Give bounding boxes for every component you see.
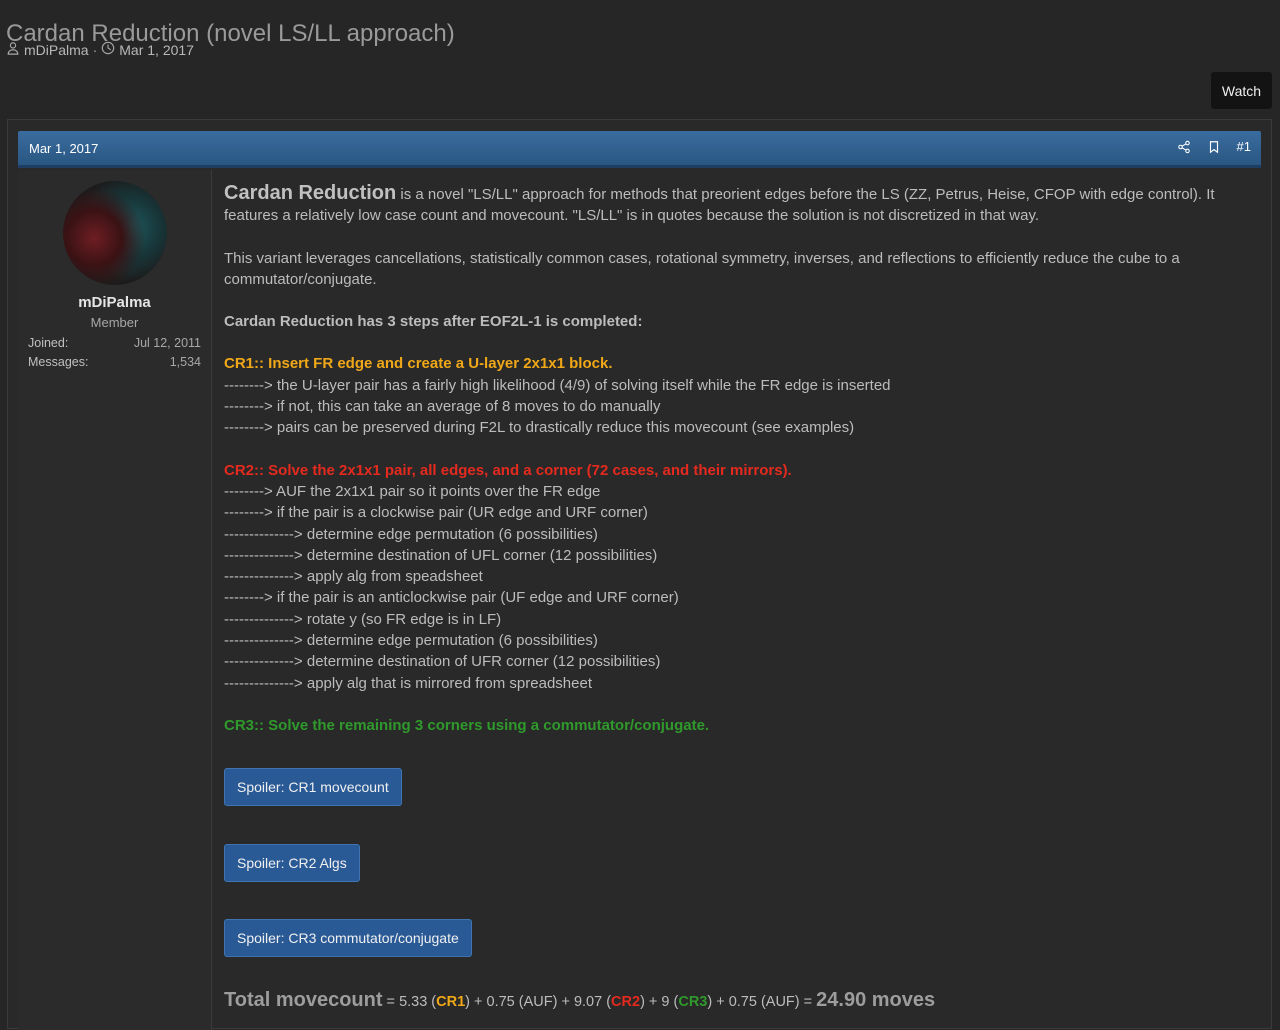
meta-separator: · (92, 41, 98, 58)
total-part: ) + 0.75 (AUF) + 9.07 ( (465, 994, 612, 1010)
joined-value: Jul 12, 2011 (133, 336, 201, 350)
total-part: ) + 9 ( (640, 994, 679, 1010)
username-link[interactable]: mDiPalma (18, 294, 211, 311)
messages-value[interactable]: 1,534 (170, 355, 201, 369)
steps-heading: Cardan Reduction has 3 steps after EOF2L… (224, 313, 643, 331)
post-header-actions: #1 (1177, 139, 1251, 154)
total-part: ) + 0.75 (AUF) = (707, 994, 817, 1010)
cr2-heading: CR2:: Solve the 2x1x1 pair, all edges, a… (224, 461, 792, 479)
cr1-line: --------> the U-layer pair has a fairly … (224, 376, 891, 394)
post-header: Mar 1, 2017 #1 (18, 131, 1261, 168)
cr1-line: --------> if not, this can take an avera… (224, 398, 661, 416)
total-cr1: CR1 (436, 994, 466, 1010)
total-part: 5.33 ( (399, 994, 437, 1010)
total-movecount-line: Total movecount = 5.33 (CR1) + 0.75 (AUF… (224, 989, 935, 1012)
cr2-line: --------> AUF the 2x1x1 pair so it point… (224, 482, 601, 500)
bookmark-icon[interactable] (1207, 140, 1221, 154)
thread-date-link[interactable]: Mar 1, 2017 (119, 42, 194, 58)
cr2-line: --------------> rotate y (so FR edge is … (224, 610, 502, 628)
cr3-heading: CR3:: Solve the remaining 3 corners usin… (224, 716, 710, 734)
messages-label: Messages: (28, 355, 89, 369)
clock-icon (101, 41, 115, 58)
post-user-panel: mDiPalma Member Joined: Jul 12, 2011 Mes… (18, 170, 212, 1030)
watch-button[interactable]: Watch (1211, 72, 1272, 109)
user-title: Member (90, 315, 139, 330)
intro-paragraph: Cardan Reduction is a novel "LS/LL" appr… (224, 182, 1254, 227)
thread-meta: mDiPalma · Mar 1, 2017 (6, 41, 194, 58)
total-eq: = (382, 994, 400, 1010)
intro-paragraph-2: This variant leverages cancellations, st… (224, 249, 1180, 288)
post-number-link[interactable]: #1 (1237, 139, 1251, 154)
share-icon[interactable] (1177, 140, 1191, 154)
cr2-line: --------------> determine destination of… (224, 653, 661, 671)
joined-row: Joined: Jul 12, 2011 (28, 336, 201, 350)
cr2-line: --------------> apply alg from speadshee… (224, 568, 483, 586)
avatar[interactable] (63, 181, 167, 285)
user-icon (6, 41, 20, 58)
cr2-line: --------------> determine destination of… (224, 546, 658, 564)
total-label: Total movecount (224, 989, 383, 1011)
spoiler-cr2-button[interactable]: Spoiler: CR2 Algs (224, 844, 360, 882)
total-result: 24.90 moves (816, 989, 936, 1011)
cr2-line: --------> if the pair is a clockwise pai… (224, 504, 648, 522)
cr2-line: --------------> determine edge permutati… (224, 525, 598, 543)
intro-title: Cardan Reduction (224, 182, 397, 204)
total-cr2: CR2 (611, 994, 641, 1010)
thread-author-link[interactable]: mDiPalma (24, 42, 89, 58)
spoiler-cr1-button[interactable]: Spoiler: CR1 movecount (224, 768, 402, 806)
cr1-heading: CR1:: Insert FR edge and create a U-laye… (224, 355, 613, 373)
total-cr3: CR3 (678, 994, 708, 1010)
spoiler-cr3-button[interactable]: Spoiler: CR3 commutator/conjugate (224, 919, 472, 957)
post-body: Cardan Reduction is a novel "LS/LL" appr… (224, 182, 1254, 736)
post-date-link[interactable]: Mar 1, 2017 (29, 141, 98, 156)
cr2-line: --------> if the pair is an anticlockwis… (224, 589, 679, 607)
cr2-line: --------------> determine edge permutati… (224, 632, 598, 650)
cr1-line: --------> pairs can be preserved during … (224, 419, 855, 437)
cr2-line: --------------> apply alg that is mirror… (224, 674, 592, 692)
messages-row: Messages: 1,534 (28, 355, 201, 369)
joined-label: Joined: (28, 336, 69, 350)
